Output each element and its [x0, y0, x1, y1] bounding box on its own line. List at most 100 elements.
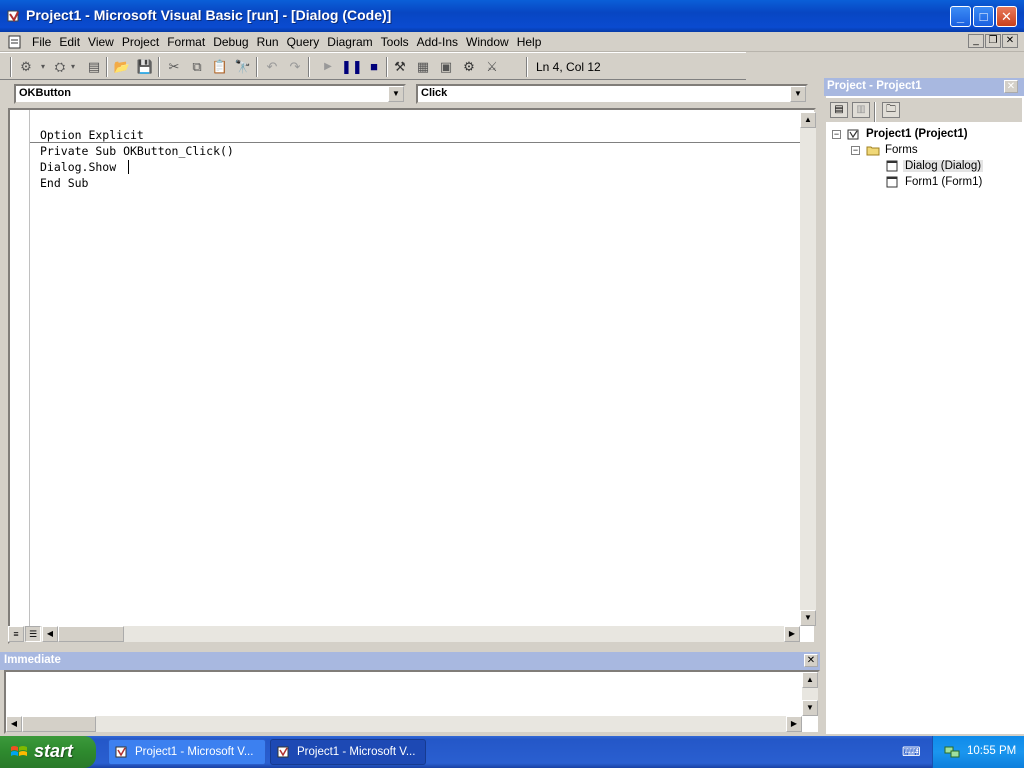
- mdi-restore-button[interactable]: ❐: [985, 34, 1001, 48]
- horizontal-scroll-thumb[interactable]: [58, 626, 124, 642]
- find-icon[interactable]: 🔭: [233, 57, 253, 77]
- code-vertical-scrollbar[interactable]: ▲ ▼: [800, 112, 816, 626]
- tree-item-dialog[interactable]: Dialog (Dialog): [903, 160, 984, 172]
- windows-flag-icon: [11, 746, 27, 756]
- start-icon[interactable]: ▶: [318, 57, 338, 77]
- project-explorer-title: Project - Project1: [827, 80, 922, 92]
- clock[interactable]: 10:55 PM: [967, 745, 1016, 757]
- code-editor[interactable]: [8, 108, 816, 644]
- code-line[interactable]: Dialog.Show: [40, 160, 116, 174]
- menu-editor-icon[interactable]: ▤: [84, 57, 104, 77]
- scroll-track[interactable]: [800, 128, 816, 610]
- project-explorer-titlebar[interactable]: Project - Project1 ✕: [824, 78, 1024, 96]
- tree-collapse-icon[interactable]: −: [851, 146, 860, 155]
- undo-icon[interactable]: ↶: [262, 57, 282, 77]
- menu-run[interactable]: Run: [253, 35, 283, 49]
- toolbox-icon[interactable]: ⚔: [482, 57, 502, 77]
- scroll-down-arrow-icon[interactable]: ▼: [800, 610, 816, 626]
- network-icon[interactable]: [943, 744, 961, 760]
- view-code-icon[interactable]: ▤: [830, 102, 848, 118]
- taskbar-item-label: Project1 - Microsoft V...: [135, 746, 254, 758]
- close-button[interactable]: ✕: [996, 6, 1017, 27]
- tree-folder-forms[interactable]: Forms: [885, 144, 918, 156]
- code-margin[interactable]: [10, 110, 30, 626]
- project-explorer-close-icon[interactable]: ✕: [1004, 80, 1018, 93]
- redo-icon[interactable]: ↷: [285, 57, 305, 77]
- form-icon: [886, 176, 898, 188]
- title-bar[interactable]: Project1 - Microsoft Visual Basic [run] …: [0, 0, 1024, 32]
- menu-format[interactable]: Format: [163, 35, 209, 49]
- break-icon[interactable]: ❚❚: [341, 57, 363, 77]
- menu-view[interactable]: View: [84, 35, 118, 49]
- text-caret: [128, 160, 129, 174]
- immediate-vertical-scrollbar[interactable]: ▲ ▼: [802, 672, 818, 716]
- code-window-icon[interactable]: [8, 35, 22, 49]
- object-combo[interactable]: OKButton ▼: [14, 84, 406, 104]
- taskbar-item[interactable]: Project1 - Microsoft V...: [108, 739, 266, 765]
- code-horizontal-scrollbar[interactable]: ≡ ☰ ◀ ▶: [8, 626, 800, 642]
- menu-edit[interactable]: Edit: [55, 35, 84, 49]
- procedure-combo-dropdown-icon[interactable]: ▼: [790, 86, 806, 102]
- minimize-button[interactable]: _: [950, 6, 971, 27]
- toolbar-separator: [308, 57, 310, 77]
- add-project-dropdown-icon[interactable]: ▾: [38, 57, 48, 77]
- scroll-down-arrow-icon[interactable]: ▼: [802, 700, 818, 716]
- maximize-button[interactable]: □: [973, 6, 994, 27]
- scroll-up-arrow-icon[interactable]: ▲: [800, 112, 816, 128]
- menu-query[interactable]: Query: [283, 35, 324, 49]
- properties-icon[interactable]: ▦: [413, 57, 433, 77]
- add-project-icon[interactable]: ⚙: [16, 57, 36, 77]
- menu-debug[interactable]: Debug: [209, 35, 252, 49]
- procedure-view-icon[interactable]: ≡: [8, 626, 24, 642]
- tree-project-root[interactable]: Project1 (Project1): [866, 128, 968, 140]
- object-combo-dropdown-icon[interactable]: ▼: [388, 86, 404, 102]
- immediate-titlebar[interactable]: Immediate ✕: [0, 652, 820, 670]
- scroll-right-arrow-icon[interactable]: ▶: [784, 626, 800, 642]
- menu-file[interactable]: File: [28, 35, 55, 49]
- menu-window[interactable]: Window: [462, 35, 513, 49]
- toolbar-separator: [386, 57, 388, 77]
- object-browser-icon[interactable]: ⚙: [459, 57, 479, 77]
- horizontal-scroll-thumb[interactable]: [22, 716, 96, 732]
- keyboard-icon[interactable]: ⌨: [902, 744, 921, 760]
- scroll-left-arrow-icon[interactable]: ◀: [6, 716, 22, 732]
- menu-diagram[interactable]: Diagram: [323, 35, 376, 49]
- mdi-minimize-button[interactable]: _: [968, 34, 984, 48]
- scroll-left-arrow-icon[interactable]: ◀: [42, 626, 58, 642]
- view-object-icon[interactable]: ▥: [852, 102, 870, 118]
- immediate-horizontal-scrollbar[interactable]: ◀ ▶: [6, 716, 802, 732]
- save-icon[interactable]: 💾: [135, 57, 155, 77]
- paste-icon[interactable]: 📋: [210, 57, 230, 77]
- scroll-up-arrow-icon[interactable]: ▲: [802, 672, 818, 688]
- toolbar-separator: [526, 57, 528, 77]
- code-line[interactable]: End Sub: [40, 176, 88, 190]
- full-module-view-icon[interactable]: ☰: [25, 626, 41, 642]
- folder-icon: [866, 146, 880, 156]
- menu-tools[interactable]: Tools: [377, 35, 413, 49]
- taskbar-item-active[interactable]: Project1 - Microsoft V...: [270, 739, 426, 765]
- form-layout-icon[interactable]: ▣: [436, 57, 456, 77]
- visual-basic-icon: [115, 746, 127, 758]
- menu-add-ins[interactable]: Add-Ins: [413, 35, 462, 49]
- open-icon[interactable]: 📂: [112, 57, 132, 77]
- procedure-combo[interactable]: Click ▼: [416, 84, 808, 104]
- menu-project[interactable]: Project: [118, 35, 163, 49]
- mdi-close-button[interactable]: ✕: [1002, 34, 1018, 48]
- immediate-close-icon[interactable]: ✕: [804, 654, 818, 667]
- toggle-folders-icon[interactable]: 🗀: [882, 102, 900, 118]
- add-form-dropdown-icon[interactable]: ▾: [68, 57, 78, 77]
- add-form-icon[interactable]: ⛭: [50, 57, 70, 77]
- cut-icon[interactable]: ✂: [164, 57, 184, 77]
- toolbar-separator: [874, 102, 876, 122]
- start-button[interactable]: start: [0, 736, 96, 768]
- scroll-right-arrow-icon[interactable]: ▶: [786, 716, 802, 732]
- tree-item-form1[interactable]: Form1 (Form1): [905, 176, 982, 188]
- tree-collapse-icon[interactable]: −: [832, 130, 841, 139]
- procedure-separator: [30, 142, 800, 143]
- code-line[interactable]: Private Sub OKButton_Click(): [40, 144, 234, 158]
- copy-icon[interactable]: ⧉: [187, 57, 207, 77]
- project-explorer-icon[interactable]: ⚒: [390, 57, 410, 77]
- code-line[interactable]: Option Explicit: [40, 128, 144, 142]
- menu-help[interactable]: Help: [513, 35, 546, 49]
- end-icon[interactable]: ■: [364, 57, 384, 77]
